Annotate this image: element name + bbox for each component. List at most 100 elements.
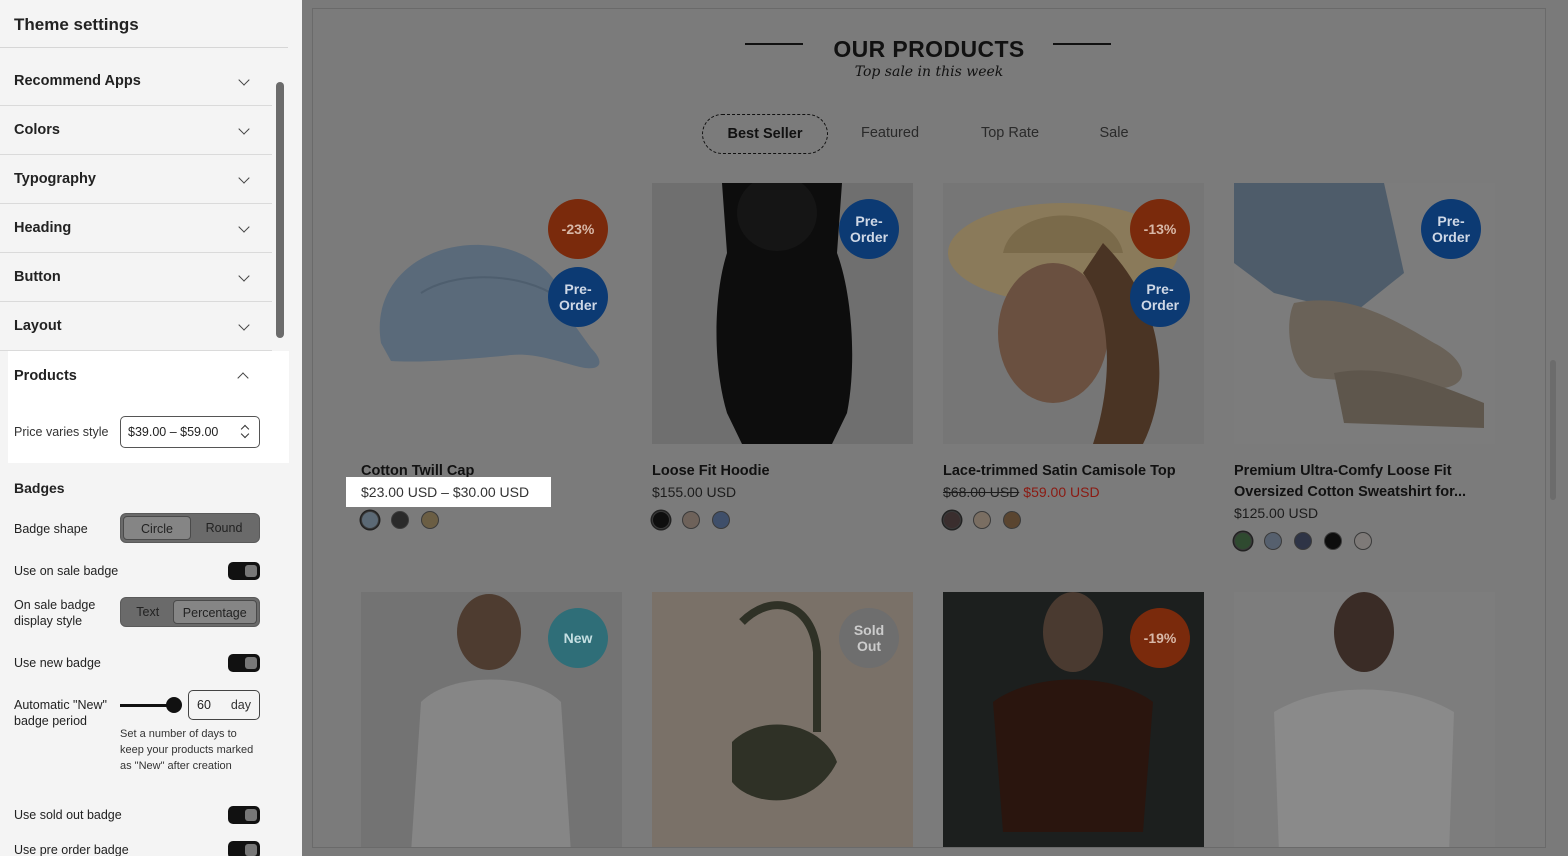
on-sale-style-text[interactable]: Text	[123, 600, 173, 624]
discount-badge: -13%	[1130, 199, 1190, 259]
product-image[interactable]: Pre- Order	[652, 183, 913, 444]
badge-shape-label: Badge shape	[14, 522, 88, 536]
use-on-sale-label: Use on sale badge	[14, 564, 119, 578]
product-image[interactable]	[1234, 592, 1495, 847]
section-button[interactable]: Button	[0, 253, 272, 302]
badge-shape-round[interactable]: Round	[191, 516, 257, 540]
product-image[interactable]: -19%	[943, 592, 1204, 847]
use-pre-order-label: Use pre order badge	[14, 843, 129, 856]
tab-featured[interactable]: Featured	[841, 114, 939, 154]
swatch[interactable]	[652, 511, 670, 529]
chevron-up-icon[interactable]	[237, 372, 249, 384]
chevron-down-icon	[238, 74, 250, 86]
on-sale-style-percentage[interactable]: Percentage	[172, 600, 257, 624]
swatch[interactable]	[682, 511, 700, 529]
auto-new-help: Set a number of days to keep your produc…	[120, 728, 254, 772]
product-title[interactable]: Loose Fit Hoodie	[652, 461, 922, 482]
price-varies-value: $39.00 – $59.00	[128, 425, 219, 439]
product-card[interactable]: -13% Pre- Order Lace-trimmed Satin Camiso…	[943, 183, 1204, 529]
pre-order-text: Pre- Order	[558, 281, 598, 313]
use-pre-order-toggle[interactable]	[228, 841, 260, 856]
color-swatches	[1234, 532, 1372, 550]
price-varies-select[interactable]: $39.00 – $59.00	[120, 416, 260, 448]
section-recommend-apps[interactable]: Recommend Apps	[0, 57, 272, 106]
section-colors[interactable]: Colors	[0, 106, 272, 155]
section-label: Layout	[14, 318, 62, 334]
use-sold-out-toggle[interactable]	[228, 806, 260, 824]
discount-badge: -19%	[1130, 608, 1190, 668]
highlighted-price-range: $23.00 USD – $30.00 USD	[346, 477, 551, 507]
color-swatches	[361, 511, 439, 529]
swatch[interactable]	[1234, 532, 1252, 550]
product-image[interactable]: Pre- Order	[1234, 183, 1495, 444]
swatch[interactable]	[712, 511, 730, 529]
section-label: Recommend Apps	[14, 73, 141, 89]
product-card[interactable]	[1234, 592, 1495, 847]
product-image[interactable]: -13% Pre- Order	[943, 183, 1204, 444]
swatch[interactable]	[943, 511, 961, 529]
product-card[interactable]: Pre- Order Loose Fit Hoodie $155.00 USD	[652, 183, 913, 529]
badge-shape-segmented: Circle Round	[120, 513, 260, 543]
badges-title: Badges	[14, 480, 65, 496]
sidebar-header: Theme settings	[0, 0, 288, 48]
auto-new-label: Automatic "New" badge period	[14, 698, 107, 728]
section-heading[interactable]: Heading	[0, 204, 272, 253]
swatch[interactable]	[1264, 532, 1282, 550]
tab-best-seller[interactable]: Best Seller	[702, 114, 828, 154]
use-new-label: Use new badge	[14, 656, 101, 670]
sale-price: $59.00 USD	[1023, 484, 1100, 500]
product-image[interactable]: Sold Out	[652, 592, 913, 847]
chevron-down-icon	[238, 123, 250, 135]
product-card[interactable]: New	[361, 592, 622, 847]
tab-sale[interactable]: Sale	[1065, 114, 1163, 154]
product-card[interactable]: -23% Pre- Order Cotton Twill Cap	[361, 183, 622, 529]
preview-scrollbar[interactable]	[1550, 360, 1556, 500]
use-new-toggle[interactable]	[228, 654, 260, 672]
swatch[interactable]	[1003, 511, 1021, 529]
swatch[interactable]	[421, 511, 439, 529]
product-image[interactable]: -23% Pre- Order	[361, 183, 622, 444]
swatch[interactable]	[361, 511, 379, 529]
section-label: Button	[14, 269, 61, 285]
product-card[interactable]: -19%	[943, 592, 1204, 847]
product-card[interactable]: Sold Out	[652, 592, 913, 847]
chevron-down-icon	[238, 172, 250, 184]
section-typography[interactable]: Typography	[0, 155, 272, 204]
pre-order-badge: Pre- Order	[1130, 267, 1190, 327]
pre-order-badge: Pre- Order	[839, 199, 899, 259]
use-on-sale-toggle[interactable]	[228, 562, 260, 580]
compare-at-price: $68.00 USD	[943, 484, 1020, 500]
on-sale-style-label: On sale badge display style	[14, 598, 96, 628]
section-layout[interactable]: Layout	[0, 302, 272, 351]
price-varies-label: Price varies style	[14, 425, 109, 439]
section-label: Typography	[14, 171, 96, 187]
auto-new-number-field[interactable]: 60 day	[188, 690, 260, 720]
badge-shape-circle[interactable]: Circle	[123, 516, 191, 540]
section-products-label[interactable]: Products	[14, 368, 77, 384]
swatch[interactable]	[973, 511, 991, 529]
select-arrows-icon	[240, 424, 250, 440]
sold-out-text: Sold Out	[853, 622, 885, 654]
pre-order-badge: Pre- Order	[1421, 199, 1481, 259]
pre-order-badge: Pre- Order	[548, 267, 608, 327]
swatch[interactable]	[1324, 532, 1342, 550]
swatch[interactable]	[1294, 532, 1312, 550]
product-price: $155.00 USD	[652, 484, 737, 500]
new-badge: New	[548, 608, 608, 668]
auto-new-slider-handle[interactable]	[166, 697, 182, 713]
sold-out-badge: Sold Out	[839, 608, 899, 668]
product-price: $125.00 USD	[1234, 505, 1319, 521]
sidebar-scrollbar[interactable]	[276, 82, 284, 338]
product-title[interactable]: Lace-trimmed Satin Camisole Top	[943, 461, 1213, 482]
chevron-down-icon	[238, 319, 250, 331]
chevron-down-icon	[238, 270, 250, 282]
swatch[interactable]	[1354, 532, 1372, 550]
section-label: Heading	[14, 220, 72, 236]
product-title[interactable]: Premium Ultra-Comfy Loose Fit Oversized …	[1234, 461, 1504, 503]
swatch[interactable]	[391, 511, 409, 529]
discount-badge: -23%	[548, 199, 608, 259]
product-card[interactable]: Pre- Order Premium Ultra-Comfy Loose Fit …	[1234, 183, 1495, 550]
heading-line-right	[1053, 43, 1111, 45]
product-image[interactable]: New	[361, 592, 622, 847]
tab-top-rate[interactable]: Top Rate	[961, 114, 1059, 154]
